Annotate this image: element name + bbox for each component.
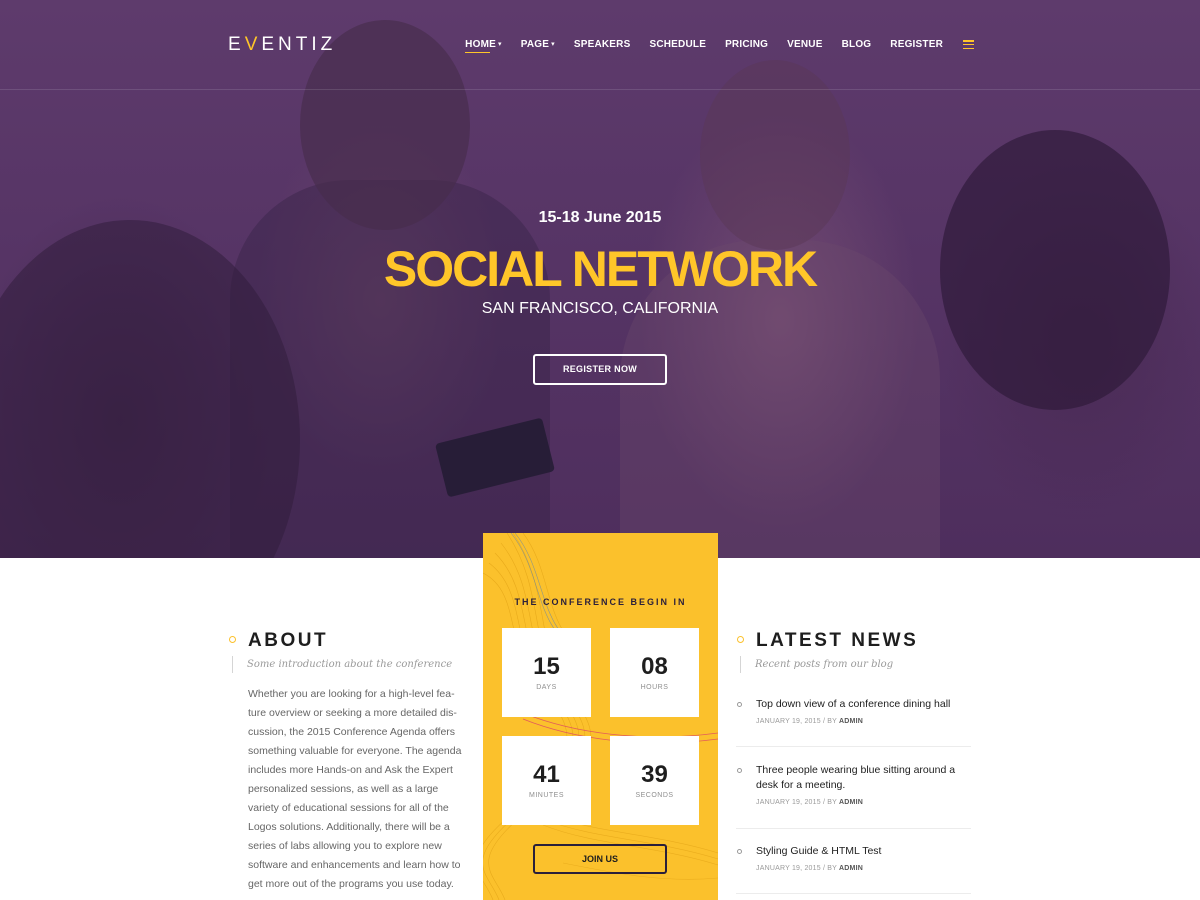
bullet-icon [737, 849, 742, 854]
news-item: Three people wearing blue sitting around… [736, 763, 971, 829]
about-title: ABOUT [248, 630, 329, 651]
countdown-label: MINUTES [529, 792, 564, 799]
logo[interactable]: EVENTIZ [228, 34, 336, 56]
caret-down-icon: ▾ [551, 41, 555, 49]
news-post-title[interactable]: Styling Guide & HTML Test [756, 844, 971, 859]
caret-down-icon: ▾ [497, 41, 502, 49]
news-item: Styling Guide & HTML Test JANUARY 19, 20… [736, 844, 971, 894]
countdown-value: 39 [641, 761, 668, 788]
news-post-title[interactable]: Three people wearing blue sitting around… [756, 763, 971, 793]
main-nav: HOME ▾ PAGE ▾ SPEAKERS SCHEDULE PRICING VE… [446, 39, 974, 53]
countdown-seconds: 39 SECONDS [610, 736, 699, 825]
countdown-title: THE CONFERENCE BEGIN IN [514, 597, 687, 607]
countdown-card: THE CONFERENCE BEGIN IN 15 DAYS 08 HOURS… [483, 533, 718, 900]
event-location: SAN FRANCISCO, CALIFORNIA [481, 300, 719, 317]
countdown-hours: 08 HOURS [610, 628, 699, 717]
news-title: LATEST NEWS [756, 630, 919, 651]
countdown-days: 15 DAYS [502, 628, 591, 717]
hero-section: EVENTIZ HOME ▾ PAGE ▾ SPEAKERS SCHEDULE PR… [0, 0, 1200, 558]
nav-item-blog[interactable]: BLOG [842, 39, 872, 50]
event-date: 15-18 June 2015 [538, 209, 662, 226]
countdown-value: 15 [533, 653, 560, 680]
hero-title: SOCIAL NETWORK [383, 241, 818, 297]
nav-item-page[interactable]: PAGE ▾ [521, 39, 555, 50]
hamburger-icon[interactable] [963, 40, 974, 49]
news-dot-icon [737, 636, 744, 643]
countdown-label: SECONDS [635, 792, 674, 799]
nav-item-venue[interactable]: VENUE [787, 39, 822, 50]
countdown-label: DAYS [536, 684, 557, 691]
bullet-icon [737, 702, 742, 707]
about-subtitle: Some introduction about the conference [232, 656, 452, 673]
about-dot-icon [229, 636, 236, 643]
join-us-button[interactable]: JOIN US [533, 844, 667, 874]
nav-item-schedule[interactable]: SCHEDULE [649, 39, 706, 50]
countdown-label: HOURS [640, 684, 669, 691]
navbar: EVENTIZ HOME ▾ PAGE ▾ SPEAKERS SCHEDULE PR… [0, 0, 1200, 90]
news-post-title[interactable]: Top down view of a conference dining hal… [756, 697, 971, 712]
news-post-meta: JANUARY 19, 2015 / BY ADMIN [756, 799, 863, 806]
nav-item-home[interactable]: HOME ▾ [465, 39, 502, 53]
nav-item-pricing[interactable]: PRICING [725, 39, 768, 50]
nav-item-register[interactable]: REGISTER [890, 39, 943, 50]
countdown-value: 08 [641, 653, 668, 680]
news-subtitle: Recent posts from our blog [740, 656, 893, 673]
about-text: Whether you are looking for a high-level… [248, 688, 462, 890]
news-post-meta: JANUARY 19, 2015 / BY ADMIN [756, 718, 863, 725]
countdown-minutes: 41 MINUTES [502, 736, 591, 825]
bullet-icon [737, 768, 742, 773]
news-item: Top down view of a conference dining hal… [736, 697, 971, 747]
nav-item-speakers[interactable]: SPEAKERS [574, 39, 631, 50]
news-post-meta: JANUARY 19, 2015 / BY ADMIN [756, 865, 863, 872]
register-now-button[interactable]: REGISTER NOW [533, 354, 667, 385]
countdown-value: 41 [533, 761, 560, 788]
